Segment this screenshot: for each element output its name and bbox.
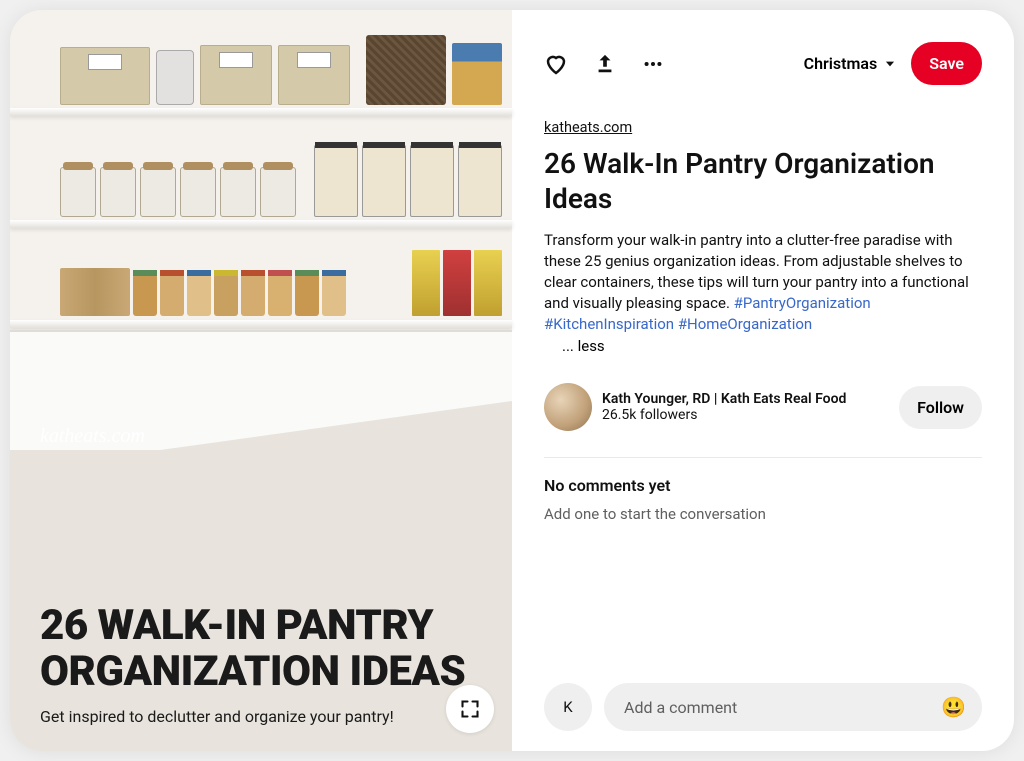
- pin-title: 26 Walk-In Pantry Organization Ideas: [544, 146, 982, 216]
- user-avatar[interactable]: K: [544, 683, 592, 731]
- follow-button[interactable]: Follow: [899, 386, 982, 429]
- zoom-button[interactable]: [446, 685, 494, 733]
- creator-followers: 26.5k followers: [602, 407, 889, 423]
- creator-row: Kath Younger, RD | Kath Eats Real Food 2…: [544, 383, 982, 431]
- creator-avatar[interactable]: [544, 383, 592, 431]
- more-button[interactable]: [642, 53, 664, 75]
- hashtag[interactable]: #HomeOrganization: [678, 315, 812, 333]
- pantry-photo[interactable]: [10, 10, 512, 450]
- share-icon: [594, 53, 616, 75]
- like-button[interactable]: [544, 52, 568, 76]
- pin-image-panel: katheats.com 26 WALK-IN PANTRY ORGANIZAT…: [10, 10, 512, 751]
- comments-header: No comments yet: [544, 476, 982, 495]
- comment-placeholder: Add a comment: [624, 698, 737, 717]
- zoom-icon: [460, 699, 480, 719]
- heart-icon: [544, 52, 568, 76]
- image-subheading: Get inspired to declutter and organize y…: [40, 707, 472, 726]
- comment-input[interactable]: Add a comment 😃: [604, 683, 982, 731]
- more-icon: [642, 53, 664, 75]
- image-caption: 26 WALK-IN PANTRY ORGANIZATION IDEAS Get…: [40, 603, 472, 726]
- save-button[interactable]: Save: [911, 42, 982, 85]
- chevron-down-icon: [883, 57, 897, 71]
- collapse-toggle[interactable]: ... less: [562, 337, 982, 355]
- divider: [544, 457, 982, 458]
- board-selector[interactable]: Christmas: [804, 54, 898, 73]
- share-button[interactable]: [594, 53, 616, 75]
- pin-description: Transform your walk-in pantry into a clu…: [544, 230, 982, 335]
- source-link[interactable]: katheats.com: [544, 119, 982, 136]
- hashtag[interactable]: #PantryOrganization: [734, 294, 871, 312]
- image-heading: 26 WALK-IN PANTRY ORGANIZATION IDEAS: [40, 603, 472, 695]
- comment-bar: K Add a comment 😃: [544, 683, 982, 731]
- hashtag[interactable]: #KitchenInspiration: [544, 315, 674, 333]
- top-action-bar: Christmas Save: [544, 42, 982, 85]
- emoji-icon[interactable]: 😃: [941, 695, 966, 719]
- comments-empty-text: Add one to start the conversation: [544, 505, 982, 523]
- creator-name[interactable]: Kath Younger, RD | Kath Eats Real Food: [602, 391, 889, 407]
- image-watermark: katheats.com: [40, 425, 145, 448]
- pin-details-panel: Christmas Save katheats.com 26 Walk-In P…: [512, 10, 1014, 751]
- pin-card: katheats.com 26 WALK-IN PANTRY ORGANIZAT…: [10, 10, 1014, 751]
- board-name: Christmas: [804, 54, 878, 73]
